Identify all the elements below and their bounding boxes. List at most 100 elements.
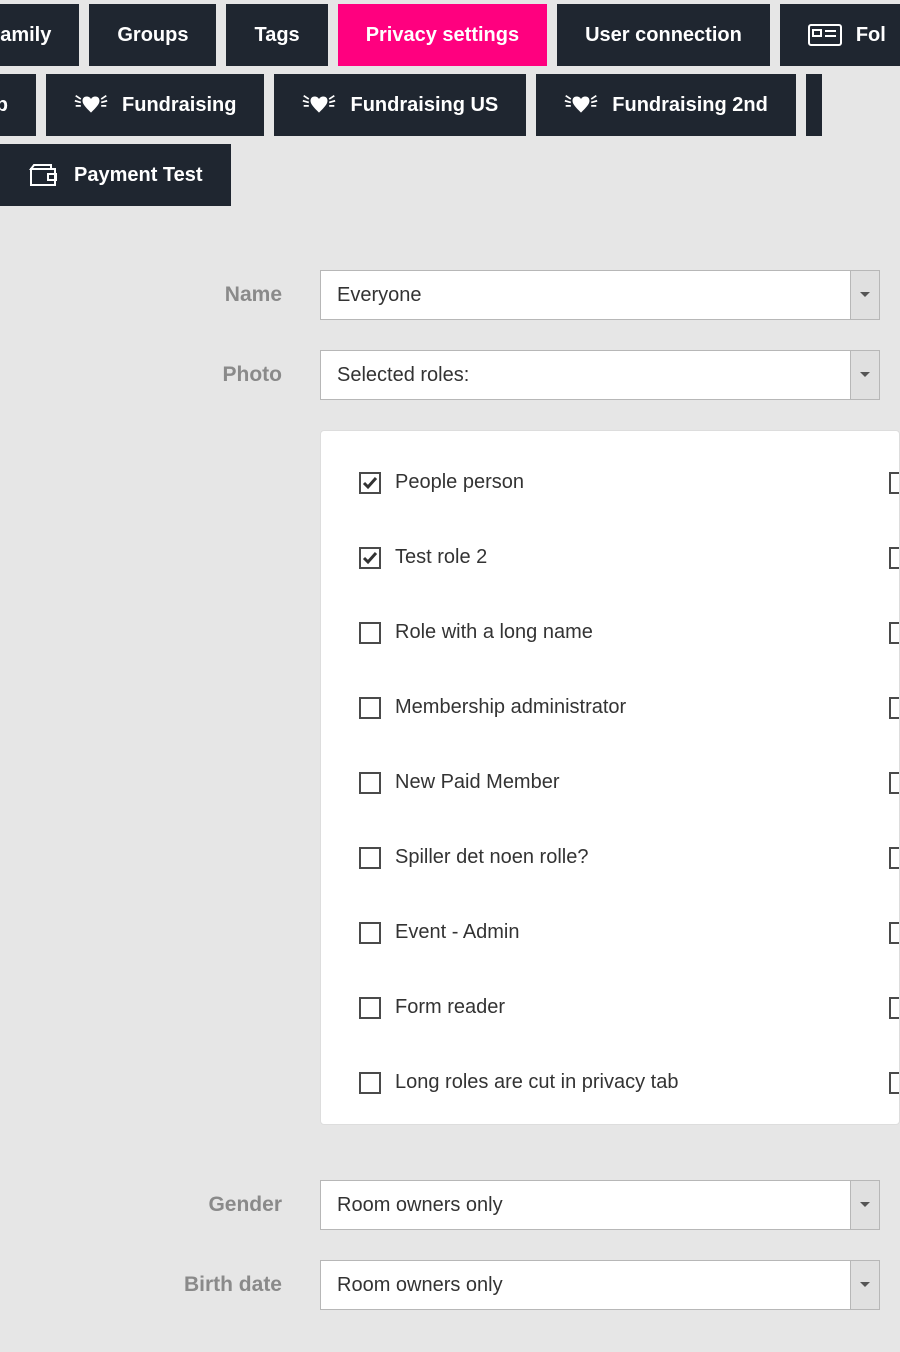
checkbox[interactable]: [889, 1072, 900, 1094]
role-label: Membership administrator: [395, 696, 626, 719]
select-gender[interactable]: Room owners only: [320, 1180, 880, 1230]
tab-label: Tags: [254, 24, 299, 47]
checkbox[interactable]: [889, 547, 900, 569]
tab-user-connection[interactable]: User connection: [557, 4, 770, 66]
select-value: Room owners only: [320, 1260, 880, 1310]
select-value: Selected roles:: [320, 350, 880, 400]
tab-fundraising-2nd[interactable]: Fundraising 2nd: [536, 74, 796, 136]
role-item[interactable]: People person: [359, 471, 719, 494]
checkbox[interactable]: [359, 547, 381, 569]
select-name[interactable]: Everyone: [320, 270, 880, 320]
role-item[interactable]: Message: [889, 846, 900, 869]
tab-label: Fundraising 2nd: [612, 94, 768, 117]
tab-groups[interactable]: Groups: [89, 4, 216, 66]
tab-label: Family: [0, 24, 51, 47]
chevron-down-icon[interactable]: [850, 270, 880, 320]
select-birthdate[interactable]: Room owners only: [320, 1260, 880, 1310]
tab-label: Fundraising: [122, 94, 236, 117]
heart-wings-icon: [302, 92, 336, 118]
checkbox[interactable]: [359, 997, 381, 1019]
tab-fundraising-us[interactable]: Fundraising US: [274, 74, 526, 136]
label-name: Name: [0, 283, 320, 307]
form-content: Name Everyone Photo Selected roles: Peop…: [0, 210, 900, 1310]
select-photo[interactable]: Selected roles:: [320, 350, 880, 400]
row-birthdate: Birth date Room owners only: [0, 1260, 900, 1310]
role-item[interactable]: Spiller det noen rolle?: [359, 846, 719, 869]
checkbox[interactable]: [889, 622, 900, 644]
label-birthdate: Birth date: [0, 1273, 320, 1297]
checkbox[interactable]: [359, 1072, 381, 1094]
role-label: Test role 2: [395, 546, 487, 569]
row-gender: Gender Room owners only: [0, 1180, 900, 1230]
role-label: Event - Admin: [395, 921, 520, 944]
role-item[interactable]: Edit own p: [889, 621, 900, 644]
checkbox[interactable]: [359, 472, 381, 494]
checkbox[interactable]: [889, 772, 900, 794]
role-item[interactable]: Role with a long name: [359, 621, 719, 644]
tab-payment-test[interactable]: Payment Test: [0, 144, 231, 206]
role-item[interactable]: New Paid Member: [359, 771, 719, 794]
checkbox[interactable]: [889, 697, 900, 719]
roles-col-2: Calendar Test role 3 Edit own p Edit perso I…: [889, 471, 900, 1094]
checkbox[interactable]: [889, 472, 900, 494]
role-item[interactable]: Initial Pai: [889, 771, 900, 794]
tabs-row-2: ership Fundraising Fundraising US Fundra…: [0, 70, 900, 140]
tab-privacy-settings[interactable]: Privacy settings: [338, 4, 547, 66]
role-item[interactable]: FR Reade: [889, 1071, 900, 1094]
tab-membership-partial[interactable]: ership: [0, 74, 36, 136]
select-value: Everyone: [320, 270, 880, 320]
checkbox[interactable]: [359, 847, 381, 869]
tab-label: User connection: [585, 24, 742, 47]
row-name: Name Everyone: [0, 270, 900, 320]
tab-followers[interactable]: Fol: [780, 4, 900, 66]
chevron-down-icon[interactable]: [850, 1180, 880, 1230]
checkbox[interactable]: [359, 922, 381, 944]
roles-col-1: People person Test role 2 Role with a long…: [359, 471, 719, 1094]
tabs-container: Family Groups Tags Privacy settings User…: [0, 0, 900, 210]
role-label: Form reader: [395, 996, 505, 1019]
role-label: Long roles are cut in privacy tab: [395, 1071, 679, 1094]
tabs-row-3: Payment Test: [0, 140, 900, 210]
chevron-down-icon[interactable]: [850, 350, 880, 400]
role-item[interactable]: Form reader: [359, 996, 719, 1019]
select-value: Room owners only: [320, 1180, 880, 1230]
checkbox[interactable]: [889, 922, 900, 944]
tab-family[interactable]: Family: [0, 4, 79, 66]
role-item[interactable]: Sales cus: [889, 996, 900, 1019]
role-item[interactable]: Test role 3: [889, 546, 900, 569]
role-item[interactable]: Membership administrator: [359, 696, 719, 719]
checkbox[interactable]: [359, 622, 381, 644]
tab-label: Payment Test: [74, 164, 203, 187]
role-label: New Paid Member: [395, 771, 560, 794]
checkbox[interactable]: [359, 772, 381, 794]
heart-wings-icon: [564, 92, 598, 118]
tab-label: Fol: [856, 24, 886, 47]
chevron-down-icon[interactable]: [850, 1260, 880, 1310]
label-photo: Photo: [0, 363, 320, 387]
tab-label: Groups: [117, 24, 188, 47]
heart-wings-icon: [74, 92, 108, 118]
role-label: Spiller det noen rolle?: [395, 846, 588, 869]
checkbox[interactable]: [359, 697, 381, 719]
tab-tags[interactable]: Tags: [226, 4, 327, 66]
roles-panel: People person Test role 2 Role with a long…: [320, 430, 900, 1125]
row-photo: Photo Selected roles:: [0, 350, 900, 400]
tab-label: ership: [0, 94, 8, 117]
wallet-icon: [26, 162, 60, 188]
role-item[interactable]: No object: [889, 921, 900, 944]
role-item[interactable]: Calendar: [889, 471, 900, 494]
card-icon: [808, 22, 842, 48]
roles-grid: People person Test role 2 Role with a long…: [359, 471, 861, 1094]
role-item[interactable]: Edit perso: [889, 696, 900, 719]
checkbox[interactable]: [889, 997, 900, 1019]
role-item[interactable]: Test role 2: [359, 546, 719, 569]
role-item[interactable]: Long roles are cut in privacy tab: [359, 1071, 719, 1094]
role-item[interactable]: Event - Admin: [359, 921, 719, 944]
tab-fundraising[interactable]: Fundraising: [46, 74, 264, 136]
role-label: Role with a long name: [395, 621, 593, 644]
role-label: People person: [395, 471, 524, 494]
checkbox[interactable]: [889, 847, 900, 869]
tab-partial-right[interactable]: [806, 74, 822, 136]
tabs-row-1: Family Groups Tags Privacy settings User…: [0, 0, 900, 70]
tab-label: Fundraising US: [350, 94, 498, 117]
